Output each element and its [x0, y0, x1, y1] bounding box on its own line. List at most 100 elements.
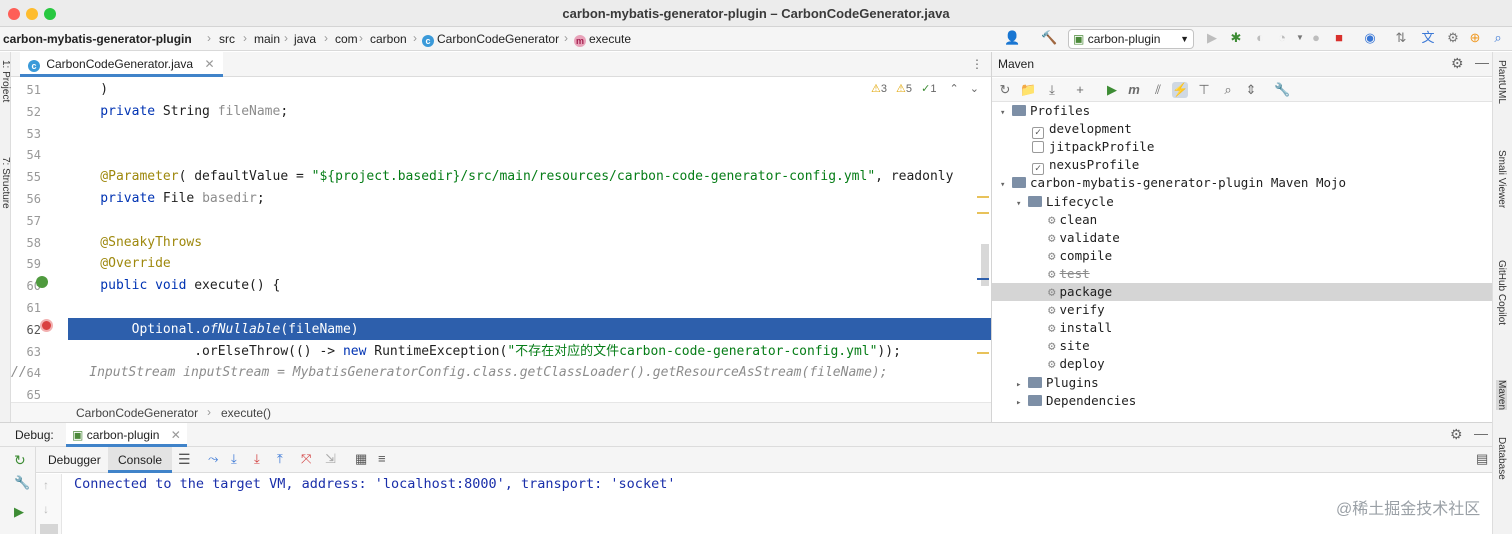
soft-wrap-icon[interactable] — [40, 524, 58, 534]
step-out-icon[interactable]: ⤒ — [277, 451, 283, 467]
folder-icon — [1012, 105, 1026, 116]
smali-viewer-tool-window-button[interactable]: Smali Viewer — [1496, 150, 1507, 208]
debug-session-tab[interactable]: ▣ carbon-plugin ✕ — [66, 423, 187, 447]
breadcrumb-java[interactable]: java — [294, 32, 316, 46]
maven-tool-window-button[interactable]: Maven — [1496, 380, 1507, 411]
maven-tree-item[interactable]: jitpackProfile — [992, 138, 1493, 156]
maven-tree-item[interactable]: ⚙ validate — [992, 229, 1493, 247]
chevron-right-icon[interactable]: ▸ — [1016, 394, 1028, 412]
vcs-update-icon[interactable]: ◉ — [1362, 30, 1378, 46]
maven-tree-item[interactable]: ⚙ site — [992, 337, 1493, 355]
maven-tree-item[interactable]: ⚙ install — [992, 319, 1493, 337]
breadcrumb-method[interactable]: m execute — [574, 32, 631, 47]
translate-structure-icon[interactable]: ⇅ — [1393, 30, 1409, 46]
footer-breadcrumb-method[interactable]: execute() — [221, 406, 271, 420]
tab-console[interactable]: Console — [108, 447, 173, 473]
breakpoint-icon[interactable] — [40, 319, 53, 332]
translate-icon[interactable]: 文 — [1420, 30, 1436, 46]
step-over-icon[interactable]: ⤓ — [231, 451, 237, 467]
chevron-up-icon[interactable]: ⌃ — [950, 83, 959, 95]
run-configuration-select[interactable]: ▣ carbon-plugin ▼ — [1068, 29, 1194, 49]
arrow-up-icon[interactable]: ↑ — [43, 478, 49, 492]
minimize-icon[interactable]: — — [1475, 54, 1489, 70]
build-hammer-icon[interactable]: 🔨 — [1041, 30, 1057, 46]
drop-frame-icon[interactable]: ⤧ — [301, 451, 311, 467]
add-icon[interactable]: + — [1072, 82, 1088, 98]
trace-icon[interactable]: ≡ — [378, 451, 386, 466]
close-icon[interactable]: ✕ — [171, 428, 181, 442]
database-tool-window-button[interactable]: Database — [1496, 437, 1507, 480]
profile-icon[interactable]: ◔ — [1274, 30, 1290, 46]
inspection-widget[interactable]: ⚠3 ⚠5 ✓1 ⌃ ⌄ — [871, 82, 979, 95]
evaluate-expression-icon[interactable]: ▦ — [355, 451, 367, 467]
more-menu-icon[interactable]: ⋮ — [971, 57, 983, 71]
close-icon[interactable]: ✕ — [204, 57, 214, 71]
breadcrumb-project[interactable]: carbon-mybatis-generator-plugin — [3, 32, 192, 46]
download-sources-icon[interactable]: ⤓ — [1044, 82, 1060, 98]
wrench-icon[interactable]: 🔧 — [14, 475, 30, 491]
menu-icon[interactable]: ☰ — [178, 451, 191, 468]
chevron-down-icon[interactable]: ⌄ — [970, 83, 979, 95]
maven-tree-item[interactable]: ⚙ verify — [992, 301, 1493, 319]
attach-icon[interactable]: ● — [1308, 30, 1324, 46]
maven-tree-item[interactable]: ▸ Plugins — [992, 374, 1493, 392]
maven-tree-item[interactable]: ▾ carbon-mybatis-generator-plugin Maven M… — [992, 174, 1493, 192]
plantuml-tool-window-button[interactable]: PlantUML — [1496, 60, 1507, 104]
implementation-marker-icon[interactable] — [36, 276, 48, 288]
step-into-icon[interactable]: ⤓ — [254, 451, 260, 467]
coverage-icon[interactable]: ◐ — [1252, 30, 1268, 46]
maven-tree-item[interactable]: ▾ Lifecycle — [992, 193, 1493, 211]
footer-breadcrumb-class[interactable]: CarbonCodeGenerator — [76, 406, 198, 420]
maven-tree-item[interactable]: ⚙ compile — [992, 247, 1493, 265]
maven-tree-item[interactable]: ⚙ test — [992, 265, 1493, 283]
maven-tree-item[interactable]: ▸ Dependencies — [992, 392, 1493, 410]
maven-tree-item[interactable]: ⚙ deploy — [992, 355, 1493, 373]
user-icon[interactable]: 👤 — [1004, 30, 1020, 46]
show-execution-point-icon[interactable]: ⤳ — [208, 451, 218, 467]
breadcrumb-com[interactable]: com — [335, 32, 358, 46]
skip-tests-icon[interactable]: ⚡ — [1172, 82, 1188, 98]
search-icon[interactable]: ⌕ — [1490, 30, 1506, 46]
run-maven-build-icon[interactable]: ▶ — [1104, 82, 1120, 98]
debug-bug-icon[interactable]: ✱ — [1228, 30, 1244, 46]
code-editor[interactable]: 51 ) 52 private String fileName; 53 54 55 @P… — [11, 78, 991, 402]
rerun-icon[interactable]: ↻ — [14, 452, 26, 469]
tab-debugger[interactable]: Debugger — [48, 453, 101, 467]
search-icon[interactable]: ⌕ — [1220, 82, 1236, 98]
maven-tree-item[interactable]: ✓ nexusProfile — [992, 156, 1493, 176]
code-with-me-icon[interactable]: ⚙ — [1445, 30, 1461, 46]
breadcrumb-src[interactable]: src — [219, 32, 235, 46]
maven-tree-item[interactable]: ✓ development — [992, 120, 1493, 140]
breadcrumb-class[interactable]: c CarbonCodeGenerator — [422, 32, 559, 47]
console-output[interactable]: Connected to the target VM, address: 'lo… — [62, 474, 1492, 534]
minimize-icon[interactable]: — — [1474, 425, 1488, 441]
layout-settings-icon[interactable]: ▤ — [1476, 451, 1488, 467]
gear-icon[interactable]: ⚙ — [1451, 55, 1464, 72]
project-tool-window-button[interactable]: 1: Project — [0, 60, 11, 102]
tab-carbon-code-generator[interactable]: c CarbonCodeGenerator.java ✕ — [20, 52, 223, 77]
arrow-down-icon[interactable]: ↓ — [43, 502, 49, 516]
chevron-down-icon[interactable]: ▼ — [1292, 30, 1308, 46]
run-icon[interactable]: ▶ — [1204, 30, 1220, 46]
maven-tree-item[interactable]: ▾ Profiles — [992, 102, 1493, 120]
maven-tree-item[interactable]: ⚙ package — [992, 283, 1493, 301]
add-maven-project-icon[interactable]: 📁 — [1020, 82, 1036, 98]
breadcrumb-carbon[interactable]: carbon — [370, 32, 407, 46]
gear-icon[interactable]: ⚙ — [1450, 426, 1463, 443]
run-to-cursor-icon[interactable]: ⇲ — [325, 451, 336, 467]
stop-icon[interactable]: ■ — [1331, 30, 1347, 46]
line-number: 56 — [26, 192, 41, 206]
breadcrumb-main[interactable]: main — [254, 32, 280, 46]
reload-icon[interactable]: ↻ — [997, 82, 1013, 98]
collapse-all-icon[interactable]: ⇕ — [1243, 82, 1259, 98]
toggle-offline-icon[interactable]: ⫽ — [1150, 82, 1166, 98]
execute-goal-icon[interactable]: m — [1126, 82, 1142, 98]
plugin-plus-icon[interactable]: ⊕ — [1467, 30, 1483, 46]
show-dependencies-icon[interactable]: ⊤ — [1196, 82, 1212, 98]
structure-tool-window-button[interactable]: 7: Structure — [0, 157, 11, 209]
github-copilot-tool-window-button[interactable]: GitHub Copilot — [1496, 260, 1507, 325]
maven-tree-item[interactable]: ⚙ clean — [992, 211, 1493, 229]
wrench-icon[interactable]: 🔧 — [1274, 82, 1290, 98]
resume-icon[interactable]: ▶ — [14, 504, 24, 520]
profile-checkbox[interactable] — [1032, 141, 1044, 154]
